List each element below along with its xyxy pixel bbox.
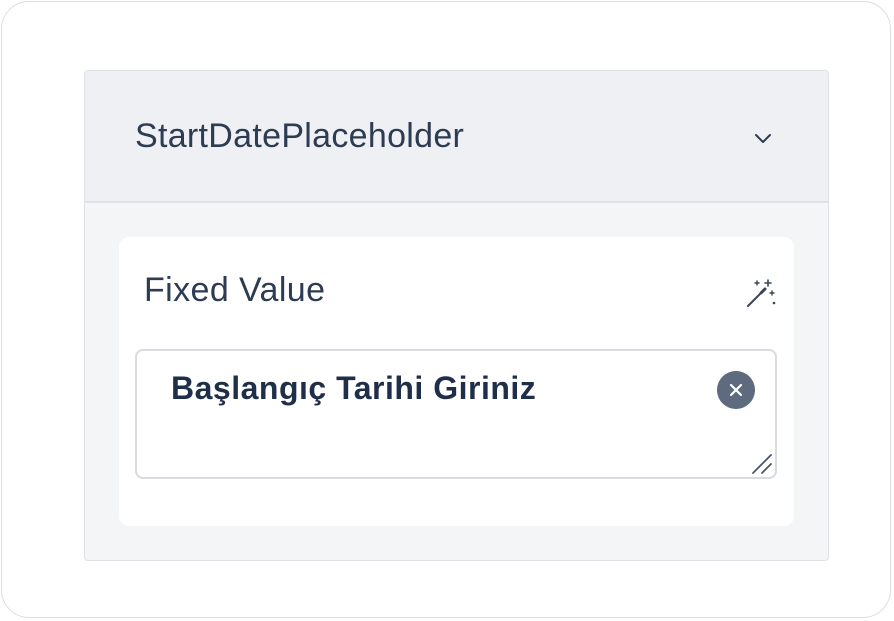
resize-handle-icon[interactable] [749, 451, 773, 475]
input-value: Başlangıç Tarihi Giriniz [171, 370, 537, 406]
panel-header[interactable]: StartDatePlaceholder [85, 71, 828, 203]
field-label: Fixed Value [144, 271, 326, 309]
variable-panel: StartDatePlaceholder Fixed Value Başlang… [84, 70, 829, 561]
clear-icon[interactable] [717, 371, 755, 409]
panel-title: StartDatePlaceholder [135, 117, 465, 155]
magic-wand-icon[interactable] [743, 277, 777, 311]
fixed-value-input[interactable]: Başlangıç Tarihi Giriniz [135, 349, 777, 479]
chevron-down-icon[interactable] [749, 125, 777, 153]
fixed-value-card: Fixed Value Başlangıç Tarihi Giriniz [119, 237, 794, 526]
